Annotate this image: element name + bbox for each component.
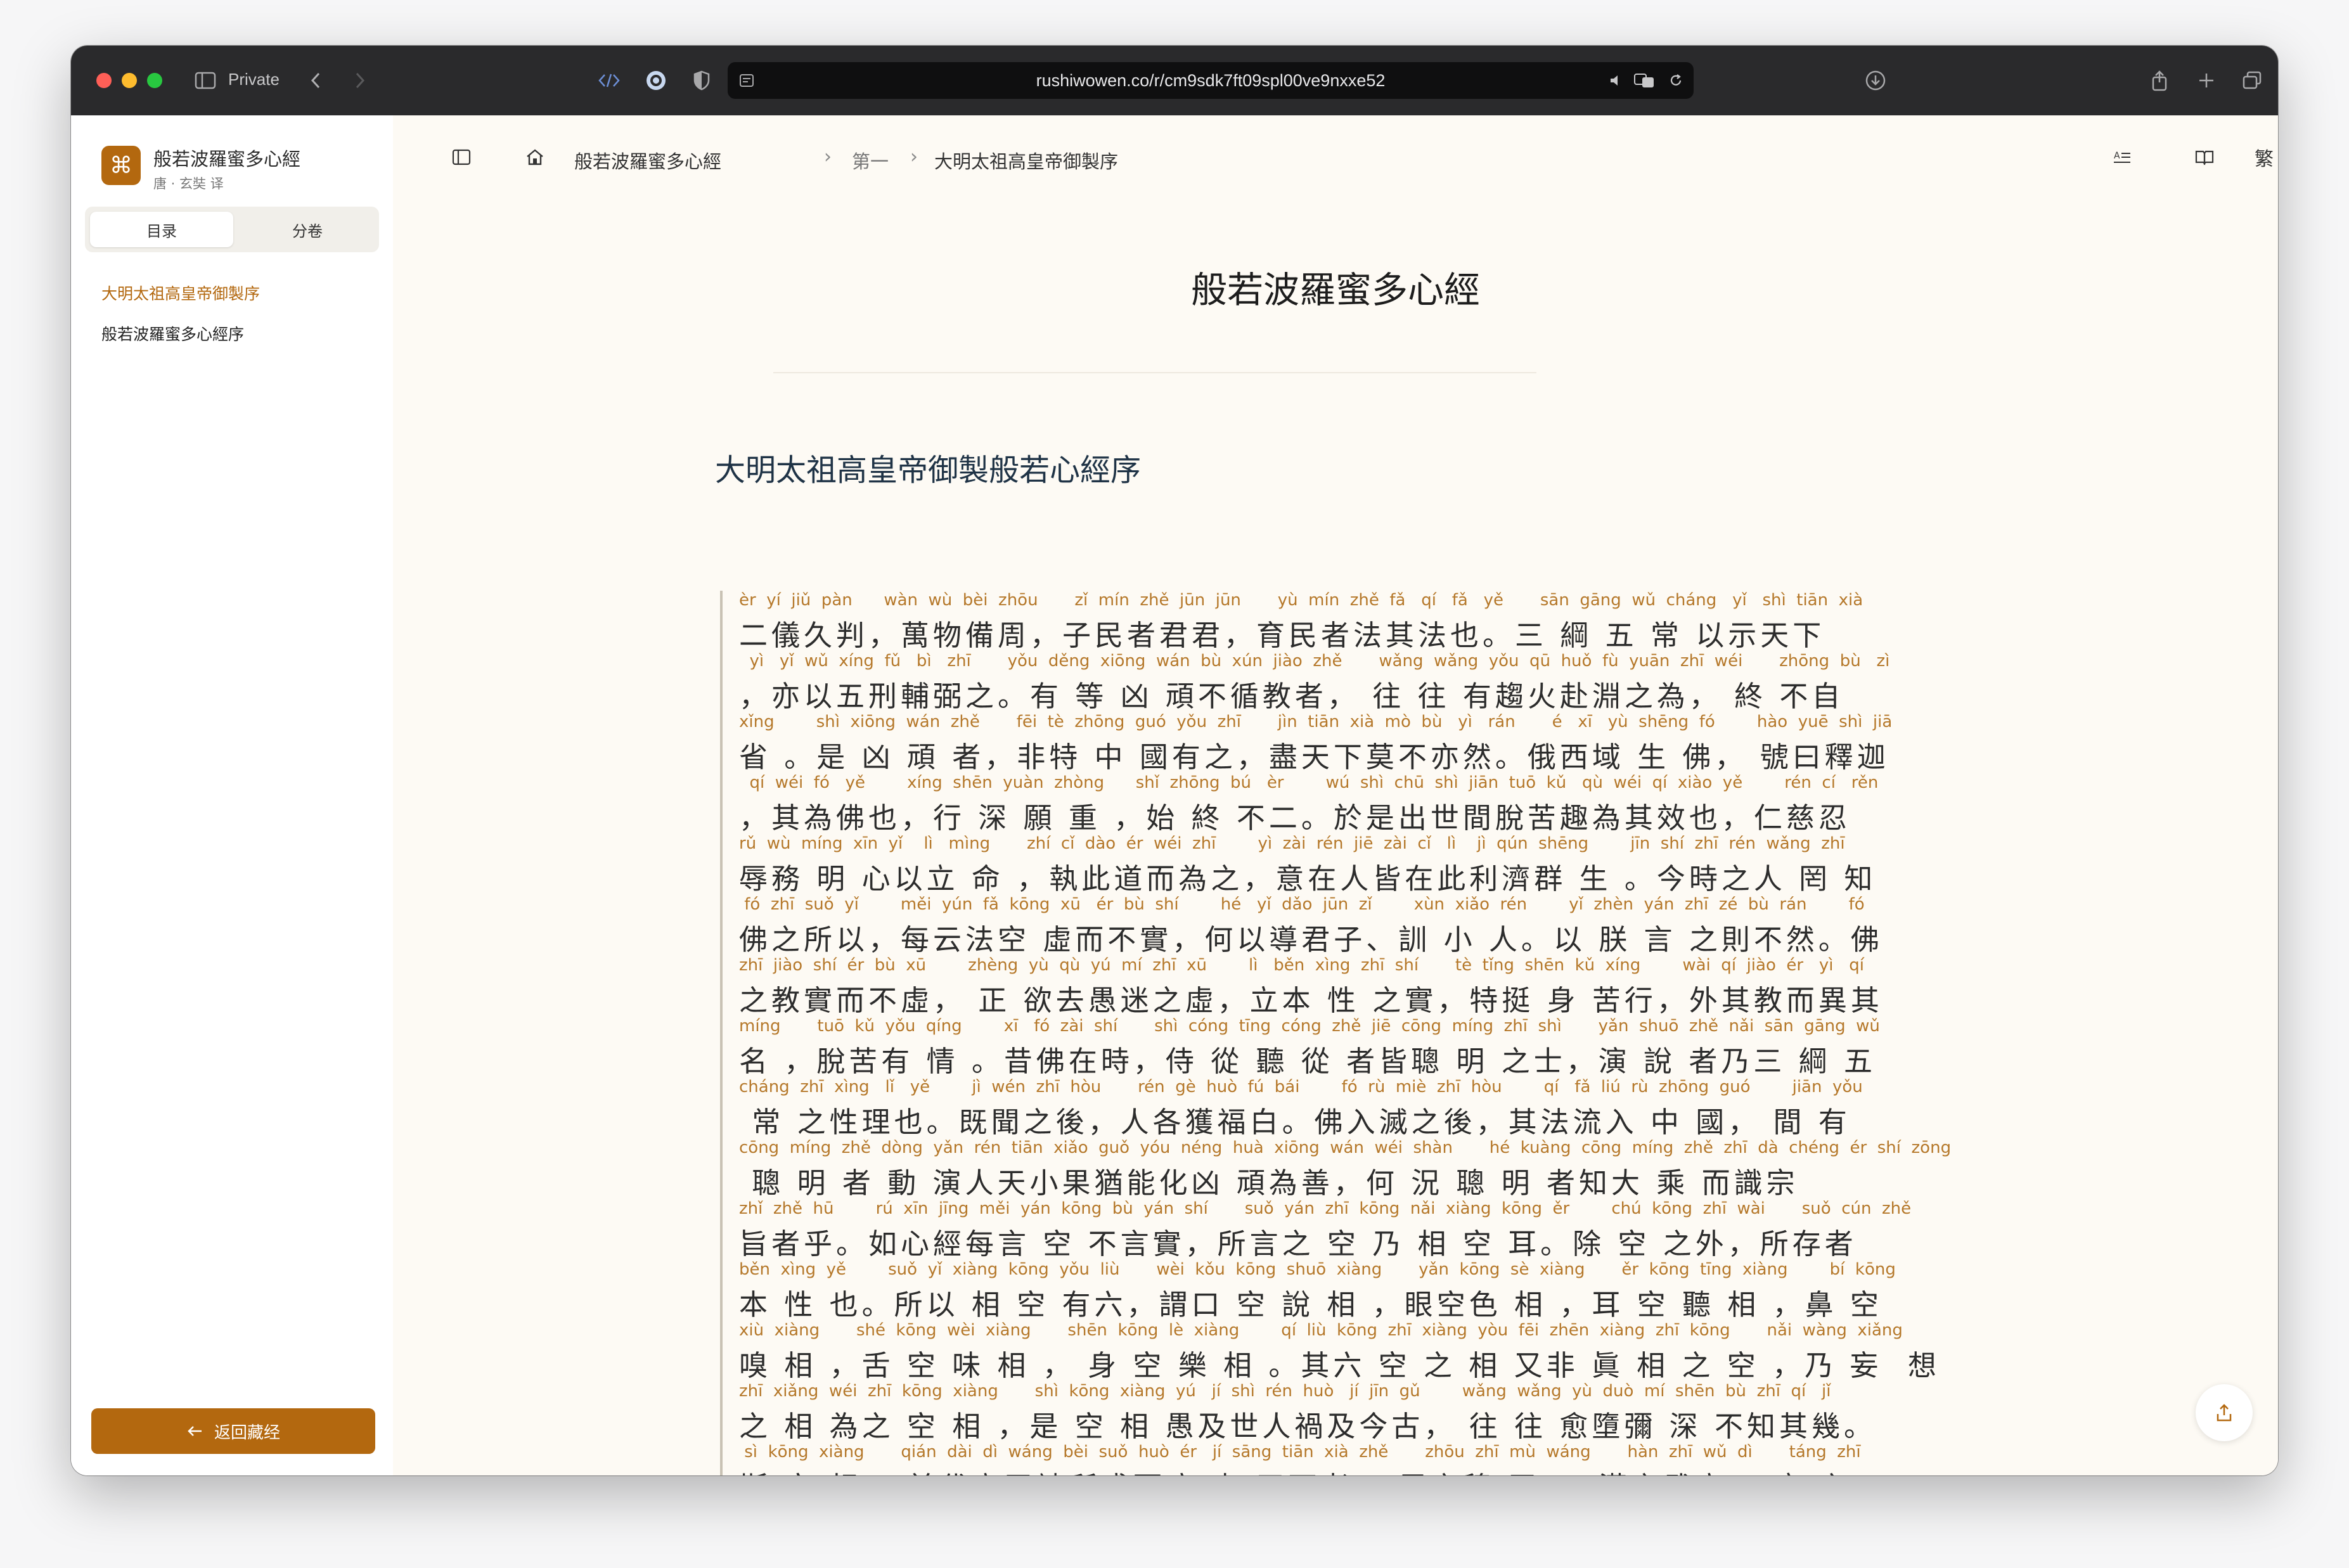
back-to-library-label: 返回藏经 — [214, 1423, 280, 1443]
download-icon[interactable] — [1860, 65, 1891, 96]
browser-window: Private rushiwowen.co/r/cm9sdk7ft09spl00… — [71, 46, 2278, 1475]
chinese-text: 佛之所以，每云法空 虛而不實，何以導君子、訓 小 人。以 朕 言 之則不然。佛 — [739, 923, 1883, 956]
section-title: 大明太祖高皇帝御製般若心經序 — [715, 453, 1142, 488]
breadcrumb-book[interactable]: 般若波羅蜜多心經 — [574, 147, 721, 174]
back-to-library-button[interactable]: 返回藏经 — [91, 1408, 375, 1454]
browser-titlebar: Private rushiwowen.co/r/cm9sdk7ft09spl00… — [71, 46, 2278, 115]
pinyin-annotation: zhī jiào shí ér bù xū zhèng yù qù yú mí … — [739, 956, 1864, 975]
new-tab-icon[interactable] — [2192, 65, 2221, 96]
book-subtitle: 唐 · 玄奘 译 — [153, 176, 224, 191]
reload-icon[interactable] — [1662, 65, 1690, 96]
chinese-text: 斯 空 相 ，前代帝王被所惑而疾 喪 天下者， 周之穆 王 ， 漢之武帝， 唐 … — [739, 1464, 1850, 1475]
chinese-text: 之教實而不虛， 正 欲去愚迷之虛，立本 性 之實，特挺 身 苦行，外其教而異其 — [739, 984, 1883, 1017]
address-bar[interactable]: rushiwowen.co/r/cm9sdk7ft09spl00ve9nxxe5… — [728, 62, 1694, 99]
chinese-text: ，亦以五刑輔弼之。有 等 凶 頑不循教者， 往 往 有趨火赴淵之為， 終 不自 — [739, 679, 1844, 713]
panel-toggle-icon[interactable] — [447, 143, 475, 171]
forward-nav-icon[interactable] — [347, 65, 373, 96]
sidebar: ⌘ 般若波羅蜜多心經 唐 · 玄奘 译 目录 分卷 大明太祖高皇帝御製序 般若波… — [71, 115, 393, 1475]
chinese-text: 二儀久判，萬物備周，子民者君君，育民者法其法也。三 綱 五 常 以示天下 — [739, 619, 1825, 652]
title-divider — [773, 372, 1536, 373]
extension-icon[interactable] — [640, 65, 672, 96]
toc-item-imperial-preface[interactable]: 大明太祖高皇帝御製序 — [101, 281, 260, 304]
chinese-text: 名 ，脫苦有 情 。昔佛在時，侍 從 聽 從 者皆聰 明 之士，演 說 者乃三 … — [739, 1044, 1876, 1078]
book-title: 般若波羅蜜多心經 — [153, 148, 301, 170]
code-icon[interactable] — [593, 65, 625, 96]
pinyin-annotation: qí wéi fó yě xíng shēn yuàn zhòng shǐ zh… — [739, 773, 1879, 792]
sidebar-toggle-icon[interactable] — [191, 65, 219, 96]
speaker-icon[interactable] — [1604, 65, 1629, 96]
shield-icon[interactable] — [686, 65, 718, 96]
app-logo-icon: ⌘ — [101, 146, 141, 185]
pinyin-annotation: zhǐ zhě hū rú xīn jīng měi yán kōng bù y… — [739, 1199, 1912, 1218]
minimize-window-button[interactable] — [122, 73, 137, 88]
pinyin-annotation: xǐng shì xiōng wán zhě fēi tè zhōng guó … — [739, 712, 1893, 731]
translate-icon[interactable] — [1629, 65, 1661, 96]
pinyin-annotation: sì kōng xiàng qián dài dì wáng bèi suǒ h… — [739, 1443, 1861, 1462]
breadcrumb-volume[interactable]: 第一 — [852, 147, 889, 174]
chinese-text: 之 相 為之 空 相 ，是 空 相 愚及世人禍及今古， 往 往 愈墮彌 深 不知… — [739, 1410, 1876, 1443]
toc-item-sutra-preface[interactable]: 般若波羅蜜多心經序 — [101, 322, 244, 345]
chinese-text: 聰 明 者 動 演人天小果猶能化凶 頑為善，何 況 聰 明 者知大 乘 而識宗 — [739, 1166, 1799, 1200]
tab-contents[interactable]: 目录 — [90, 212, 233, 247]
back-nav-icon[interactable] — [303, 65, 328, 96]
chinese-text: 辱務 明 心以立 命 ，執此道而為之，意在人皆在此利濟群 生 。今時之人 罔 知 — [739, 862, 1877, 896]
chinese-text: ，其為佛也，行 深 願 重 ，始 終 不二。於是出世間脫苦趣為其效也，仁慈忍 — [739, 801, 1851, 835]
pinyin-toggle-icon[interactable]: A — [2108, 143, 2136, 171]
pinyin-annotation: èr yí jiǔ pàn wàn wù bèi zhōu zǐ mín zhě… — [739, 591, 1863, 610]
svg-text:A: A — [2114, 151, 2120, 161]
pinyin-annotation: běn xìng yě suǒ yǐ xiàng kōng yǒu liù wè… — [739, 1260, 1896, 1279]
pinyin-annotation: xiù xiàng shé kōng wèi xiàng shēn kōng l… — [739, 1321, 1903, 1340]
share-floating-button[interactable] — [2196, 1384, 2253, 1441]
pinyin-annotation: zhī xiǎng wéi zhī kōng xiàng shì kōng xi… — [739, 1382, 1831, 1401]
breadcrumb-chevron-icon: › — [824, 146, 832, 168]
private-label: Private — [228, 70, 280, 89]
reading-mode-icon[interactable] — [2191, 143, 2218, 171]
zoom-window-button[interactable] — [147, 73, 162, 88]
quote-bar — [720, 591, 723, 1475]
pinyin-annotation: cōng míng zhě dòng yǎn rén tiān xiǎo guǒ… — [739, 1138, 1952, 1157]
scripture-text-block: èr yí jiǔ pàn wàn wù bèi zhōu zǐ mín zhě… — [720, 591, 1951, 1475]
breadcrumb-current: 大明太祖高皇帝御製序 — [934, 151, 1119, 172]
chinese-text: 本 性 也。所以 相 空 有六，謂口 空 說 相 ，眼空色 相 ，耳 空 聽 相… — [739, 1288, 1882, 1321]
upload-icon — [2217, 1404, 2232, 1422]
tab-overview-icon[interactable] — [2237, 65, 2267, 96]
close-window-button[interactable] — [96, 73, 112, 88]
home-icon[interactable] — [521, 143, 549, 171]
chinese-text: 嗅 相 ，舌 空 味 相 ， 身 空 樂 相 。其六 空 之 相 又非 眞 相 … — [739, 1349, 1940, 1382]
pinyin-annotation: yì yǐ wǔ xíng fǔ bì zhī yǒu děng xiōng w… — [739, 652, 1890, 671]
breadcrumb-chevron-icon: › — [910, 146, 918, 168]
document-title: 般若波羅蜜多心經 — [1191, 269, 1480, 311]
chinese-text: 旨者乎。如心經每言 空 不言實，所言之 空 乃 相 空 耳。除 空 之外，所存者 — [739, 1227, 1857, 1261]
pinyin-annotation: fó zhī suǒ yǐ měi yún fǎ kōng xū ér bù s… — [739, 895, 1865, 914]
pinyin-annotation: cháng zhī xìng lǐ yě jì wén zhī hòu rén … — [739, 1077, 1863, 1096]
traditional-toggle-button[interactable]: 繁 — [2250, 143, 2278, 171]
share-icon[interactable] — [2145, 65, 2174, 96]
url-text: rushiwowen.co/r/cm9sdk7ft09spl00ve9nxxe5… — [1036, 71, 1386, 90]
sidebar-segmented-control: 目录 分卷 — [85, 207, 379, 252]
pinyin-annotation: rǔ wù míng xīn yǐ lì mìng zhí cǐ dào ér … — [739, 834, 1845, 853]
tab-volumes[interactable]: 分卷 — [236, 212, 379, 247]
pinyin-annotation: míng tuō kǔ yǒu qíng xī fó zài shí shì c… — [739, 1017, 1880, 1036]
arrow-left-icon — [188, 1426, 202, 1436]
reader-main: 般若波羅蜜多心經 › 第一 › 大明太祖高皇帝御製序 A 繁 般若波羅蜜多心經 … — [393, 115, 2278, 1475]
chinese-text: 省 。是 凶 頑 者，非特 中 國有之，盡天下莫不亦然。俄西域 生 佛， 號曰釋… — [739, 740, 1889, 774]
chinese-text: 常 之性理也。既聞之後，人各獲福白。佛入滅之後，其法流入 中 國， 間 有 — [739, 1105, 1851, 1139]
